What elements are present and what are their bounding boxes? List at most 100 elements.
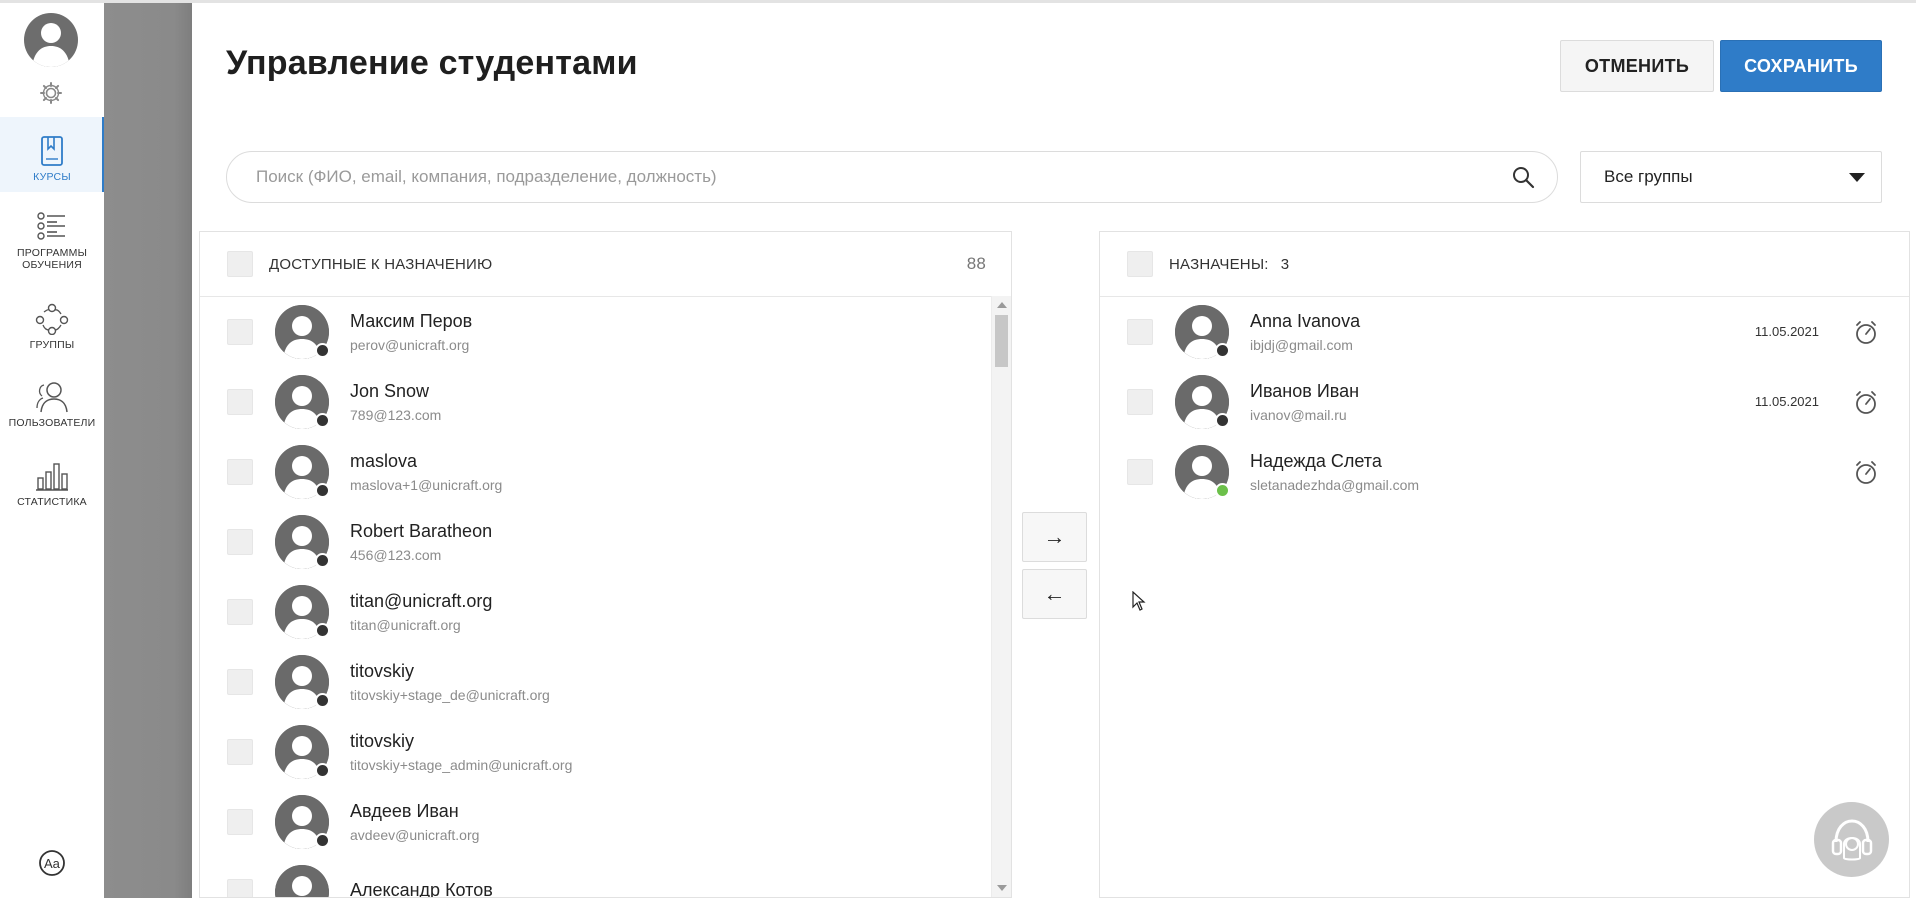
avatar (275, 725, 330, 779)
assigned-date: 11.05.2021 (1754, 324, 1819, 339)
available-list-title: ДОСТУПНЫЕ К НАЗНАЧЕНИЮ (269, 255, 493, 273)
assigned-list-header: НАЗНАЧЕНЫ: 3 (1100, 232, 1909, 297)
available-rows: Максим Перов perov@unicraft.org Jon Snow 78… (200, 297, 1011, 898)
avatar (275, 795, 330, 849)
assigned-list: НАЗНАЧЕНЫ: 3 Anna Ivanova ibjdj@gmail.com… (1099, 231, 1910, 898)
modal-backdrop (104, 3, 192, 898)
status-dot (315, 483, 330, 498)
book-icon (41, 136, 63, 166)
sidebar-item-users[interactable]: ПОЛЬЗОВАТЕЛИ (0, 381, 104, 429)
person-name: Robert Baratheon (350, 521, 493, 541)
person-email: ivanov@mail.ru (1250, 407, 1347, 423)
status-dot (1215, 413, 1230, 428)
page-title: Управление студентами (226, 44, 638, 82)
svg-text:Aa: Aa (44, 856, 61, 871)
assigned-date: 11.05.2021 (1754, 394, 1819, 409)
person-name: Иванов Иван (1250, 381, 1360, 401)
row-checkbox[interactable] (227, 599, 253, 625)
person-info: Максим Перов perov@unicraft.org (350, 310, 472, 354)
select-all-assigned-checkbox[interactable] (1127, 251, 1153, 277)
list-item[interactable]: Авдеев Иван avdeev@unicraft.org (200, 787, 1011, 857)
move-left-button[interactable]: ← (1022, 569, 1087, 619)
list-item[interactable]: Надежда Слета sletanadezhda@gmail.com (1100, 437, 1909, 507)
group-filter-value: Все группы (1604, 167, 1693, 186)
list-item[interactable]: Иванов Иван ivanov@mail.ru 11.05.2021 (1100, 367, 1909, 437)
list-item[interactable]: Anna Ivanova ibjdj@gmail.com 11.05.2021 (1100, 297, 1909, 367)
status-dot (1215, 343, 1230, 358)
list-item[interactable]: titovskiy titovskiy+stage_de@unicraft.org (200, 647, 1011, 717)
row-checkbox[interactable] (227, 879, 253, 897)
row-checkbox[interactable] (227, 459, 253, 485)
language-icon[interactable]: Aa (37, 848, 67, 878)
list-item[interactable]: titan@unicraft.org titan@unicraft.org (200, 577, 1011, 647)
row-checkbox[interactable] (1127, 389, 1153, 415)
person-email: maslova+1@unicraft.org (350, 477, 503, 493)
avatar (1175, 445, 1230, 499)
cancel-button[interactable]: ОТМЕНИТЬ (1560, 40, 1714, 92)
scroll-up-arrow[interactable] (997, 302, 1007, 308)
person-info: Robert Baratheon 456@123.com (350, 520, 492, 564)
row-checkbox[interactable] (227, 739, 253, 765)
timer-icon[interactable] (1853, 388, 1879, 416)
chevron-down-icon (1849, 172, 1865, 182)
person-email: sletanadezhda@gmail.com (1250, 477, 1420, 493)
scroll-thumb[interactable] (995, 315, 1008, 367)
move-right-button[interactable]: → (1022, 512, 1087, 562)
scroll-down-arrow[interactable] (997, 885, 1007, 891)
avatar (275, 655, 330, 709)
sidebar-item-label: СТАТИСТИКА (17, 496, 87, 508)
list-item[interactable]: maslova maslova+1@unicraft.org (200, 437, 1011, 507)
row-checkbox[interactable] (227, 529, 253, 555)
status-dot (315, 833, 330, 848)
sidebar: КУРСЫ ПРОГРАММЫ ОБУЧЕНИЯ ГРУППЫ ПОЛЬЗОВА… (0, 3, 105, 898)
row-checkbox[interactable] (1127, 459, 1153, 485)
person-email: titan@unicraft.org (350, 617, 461, 633)
row-checkbox[interactable] (227, 669, 253, 695)
group-filter-select[interactable]: Все группы (1580, 151, 1882, 203)
list-item[interactable]: Максим Перов perov@unicraft.org (200, 297, 1011, 367)
person-name: Anna Ivanova (1250, 311, 1361, 331)
row-checkbox[interactable] (227, 319, 253, 345)
person-email: ibjdj@gmail.com (1250, 337, 1353, 353)
person-info: Jon Snow 789@123.com (350, 380, 441, 424)
support-chat-button[interactable] (1814, 802, 1889, 877)
available-count: 88 (966, 254, 986, 273)
row-checkbox[interactable] (227, 389, 253, 415)
person-name: Александр Котов (350, 880, 493, 898)
list-item[interactable]: Александр Котов (200, 857, 1011, 898)
sidebar-item-label: ПОЛЬЗОВАТЕЛИ (8, 417, 96, 429)
person-name: Надежда Слета (1250, 451, 1382, 471)
person-info: titovskiy titovskiy+stage_de@unicraft.org (350, 660, 550, 704)
timer-icon[interactable] (1853, 458, 1879, 486)
search-input[interactable] (254, 166, 1511, 188)
select-all-available-checkbox[interactable] (227, 251, 253, 277)
person-name: Авдеев Иван (350, 801, 459, 821)
sidebar-item-statistics[interactable]: СТАТИСТИКА (0, 460, 104, 508)
search-icon[interactable] (1511, 165, 1535, 189)
person-name: Максим Перов (350, 311, 473, 331)
available-scrollbar[interactable] (991, 296, 1011, 897)
list-item[interactable]: Jon Snow 789@123.com (200, 367, 1011, 437)
assigned-list-title: НАЗНАЧЕНЫ: (1169, 255, 1269, 273)
person-info: Александр Котов (350, 879, 493, 898)
status-dot (315, 553, 330, 568)
person-email: perov@unicraft.org (350, 337, 470, 353)
status-dot (315, 693, 330, 708)
list-item[interactable]: Robert Baratheon 456@123.com (200, 507, 1011, 577)
save-button[interactable]: СОХРАНИТЬ (1720, 40, 1882, 92)
sidebar-item-groups[interactable]: ГРУППЫ (0, 303, 104, 351)
user-avatar[interactable] (24, 13, 78, 67)
gear-icon[interactable] (38, 80, 64, 106)
row-checkbox[interactable] (227, 809, 253, 835)
list-item[interactable]: titovskiy titovskiy+stage_admin@unicraft.… (200, 717, 1011, 787)
sidebar-item-label: ПРОГРАММЫ ОБУЧЕНИЯ (17, 247, 88, 271)
row-checkbox[interactable] (1127, 319, 1153, 345)
available-list-header: ДОСТУПНЫЕ К НАЗНАЧЕНИЮ 88 (200, 232, 1011, 297)
sidebar-item-courses[interactable]: КУРСЫ (0, 117, 105, 192)
sidebar-item-programs[interactable]: ПРОГРАММЫ ОБУЧЕНИЯ (0, 211, 104, 271)
status-dot (1215, 483, 1230, 498)
avatar (275, 445, 330, 499)
search-field[interactable] (226, 151, 1558, 203)
person-info: titovskiy titovskiy+stage_admin@unicraft.… (350, 730, 572, 774)
timer-icon[interactable] (1853, 318, 1879, 346)
